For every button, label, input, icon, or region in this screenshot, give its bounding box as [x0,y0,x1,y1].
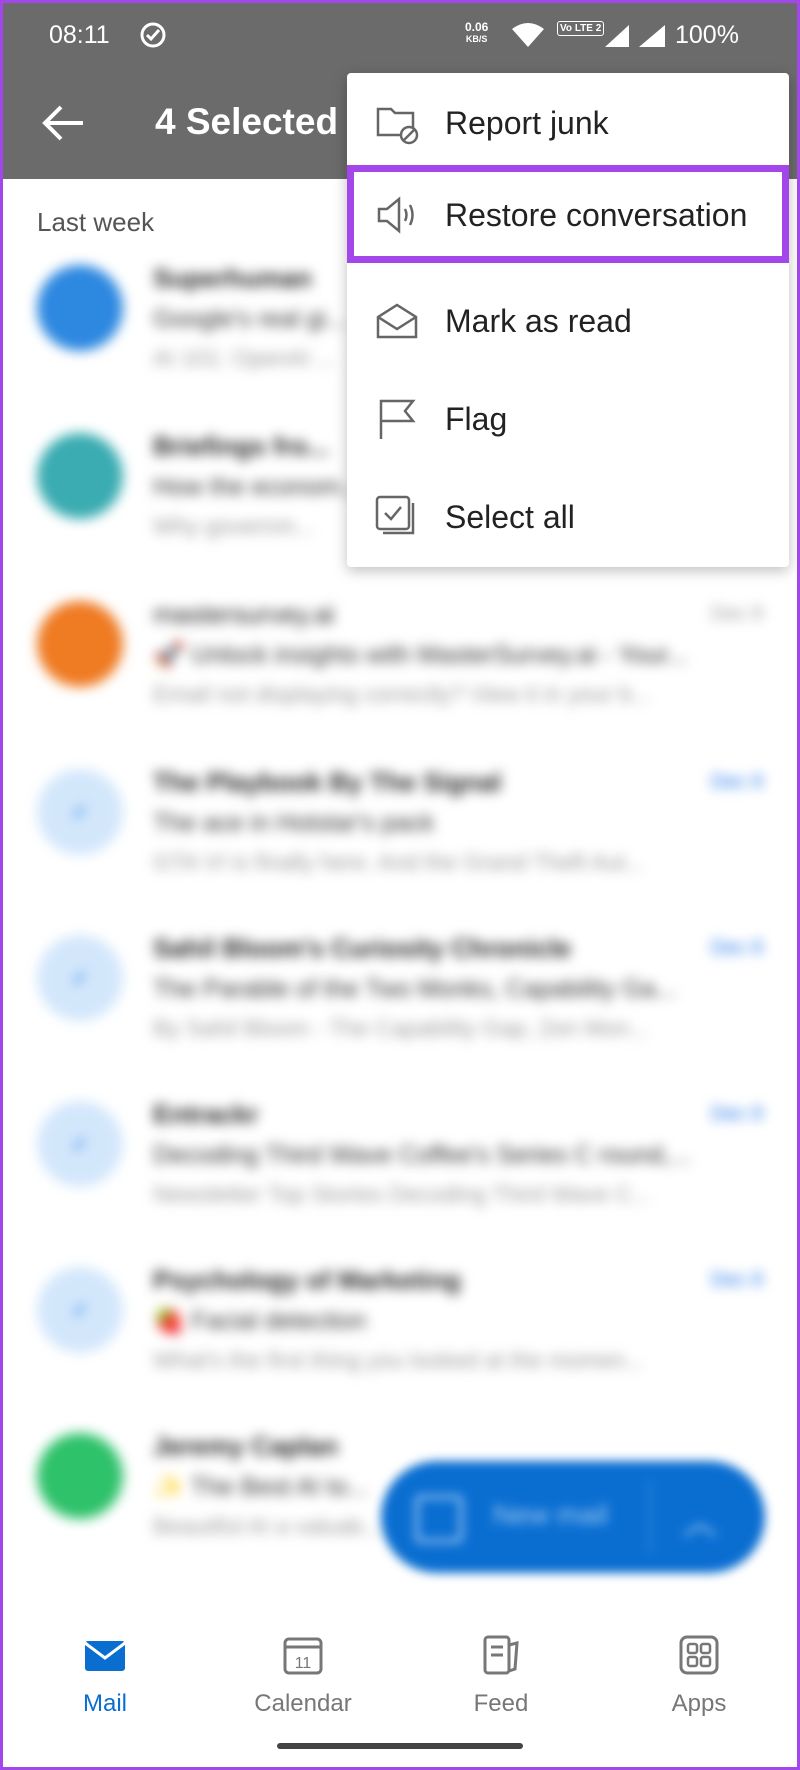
menu-item-report-junk[interactable]: Report junk [347,73,789,171]
network-speed-value: 0.06 [465,20,489,34]
nav-feed[interactable]: Feed [431,1633,571,1718]
sync-check-icon [140,22,166,48]
network-speed: 0.06 KB/S [465,21,488,45]
feed-icon [483,1635,519,1675]
message-subject: 🚀 Unlock insights with MasterSurvey.ai -… [153,641,689,669]
new-mail-label: New mail [493,1499,609,1530]
apps-icon [679,1635,719,1675]
message-sender: Jeremy Caplan [153,1431,338,1461]
avatar [37,433,123,519]
message-date: Dec 8 [710,603,763,625]
screen: 08:11 0.06 KB/S Vo LTE 2 100% 4 Selected… [0,0,800,1770]
message-row-selected[interactable]: ✓ Entrackr Decoding Third Wave Coffee's … [3,1075,797,1235]
select-all-icon [375,495,415,535]
message-preview: By Sahil Bloom - The Capability Gap, Zen… [153,1015,649,1041]
message-subject: Google's real gi... [153,305,347,333]
message-row-selected[interactable]: ✓ Psychology of Marketing 🍓 Facial detec… [3,1241,797,1401]
message-subject: The Parable of the Two Monks, Capability… [153,975,677,1003]
chevron-up-icon[interactable]: ︿ [683,1495,717,1544]
message-subject: 🍓 Facial detection [153,1307,367,1335]
status-bar: 08:11 0.06 KB/S Vo LTE 2 100% [3,3,797,65]
signal-icon [639,25,665,47]
calendar-icon: 11 [283,1637,323,1675]
menu-item-label: Select all [445,499,575,535]
menu-item-restore-conversation[interactable]: Restore conversation [347,165,789,263]
message-row-selected[interactable]: ✓ Sahil Bloom's Curiosity Chronicle The … [3,909,797,1069]
message-date: Dec 8 [710,1103,763,1125]
nav-label: Mail [82,1690,127,1717]
folder-block-icon [376,107,419,145]
menu-item-select-all[interactable]: Select all [347,467,789,565]
avatar [37,265,123,351]
selection-count-title: 4 Selected [155,101,339,142]
battery-percentage: 100% [675,21,739,49]
new-mail-button[interactable]: New mail ︿ [381,1461,765,1573]
message-sender: Entrackr [153,1099,259,1129]
nav-label: Feed [473,1690,529,1717]
menu-item-label: Report junk [445,105,609,141]
back-arrow-icon[interactable] [41,103,85,143]
message-date: Dec 8 [710,771,763,793]
message-date: Dec 8 [710,1269,763,1291]
message-row[interactable]: mastersurvey.ai 🚀 Unlock insights with M… [3,575,797,735]
compose-icon [415,1495,463,1543]
megaphone-icon [377,196,414,234]
selected-check-icon: ✓ [37,935,123,1021]
message-subject: ✨ The Best AI to... [153,1473,369,1501]
menu-item-mark-as-read[interactable]: Mark as read [347,271,789,369]
selected-check-icon: ✓ [37,1267,123,1353]
nav-label: Apps [671,1690,727,1717]
nav-calendar[interactable]: 11 Calendar [233,1633,373,1718]
message-preview: AI 101: OpenAI ... [153,345,336,371]
envelope-open-icon [376,303,418,339]
home-indicator[interactable] [277,1743,523,1749]
mail-icon [84,1641,126,1671]
avatar [37,1433,123,1519]
message-preview: GTA VI is finally here. And the Grand Th… [153,849,645,875]
nav-label: Calendar [254,1690,352,1717]
message-subject: The ace in Hotstar's pack [153,809,435,837]
message-date: Dec 8 [710,937,763,959]
message-sender: Sahil Bloom's Curiosity Chronicle [153,933,571,963]
message-subject: How the econom... [153,473,362,501]
nav-mail[interactable]: Mail [35,1633,175,1718]
message-preview: What's the first thing you looked at the… [153,1347,645,1373]
message-sender: The Playbook By The Signal [153,767,502,797]
message-preview: Beautiful AI a valuab... [153,1513,382,1539]
message-row-selected[interactable]: ✓ The Playbook By The Signal The ace in … [3,743,797,903]
message-sender: Psychology of Marketing [153,1265,461,1295]
message-subject: Decoding Third Wave Coffee's Series C ro… [153,1141,691,1169]
message-sender: Superhuman [153,263,312,293]
menu-item-label: Restore conversation [445,197,748,233]
overflow-menu: Report junk Restore conversation Mark as… [347,73,789,567]
message-sender: Briefings fro... [153,431,330,461]
fab-divider [649,1481,651,1553]
message-sender: mastersurvey.ai [153,599,335,629]
selected-check-icon: ✓ [37,769,123,855]
wifi-icon [512,23,544,47]
signal-icon [605,25,629,47]
selected-check-icon: ✓ [37,1101,123,1187]
network-speed-unit: KB/S [465,34,488,44]
flag-icon [379,399,416,439]
nav-apps[interactable]: Apps [629,1633,769,1718]
calendar-day: 11 [295,1655,312,1672]
menu-item-label: Flag [445,401,508,437]
status-time: 08:11 [49,21,110,49]
section-header: Last week [37,207,155,237]
message-preview: Email not displaying correctly? View it … [153,681,652,707]
avatar [37,601,123,687]
menu-item-label: Mark as read [445,303,632,339]
message-preview: Why governm... [153,513,315,539]
message-preview: Newsletter Top Stories Decoding Third Wa… [153,1181,652,1207]
menu-item-flag[interactable]: Flag [347,369,789,467]
volte-badge: Vo LTE 2 [557,21,605,36]
